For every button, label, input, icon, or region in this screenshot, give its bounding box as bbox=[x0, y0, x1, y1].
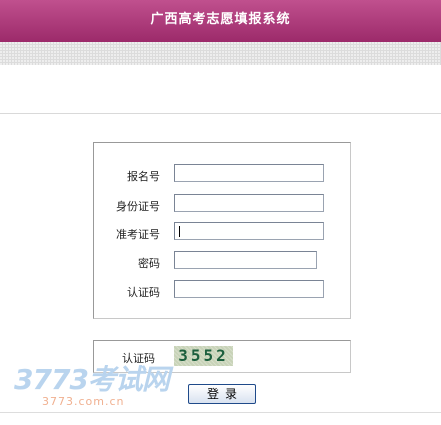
verification-code-label: 认证码 bbox=[127, 286, 160, 299]
form-row-password: 密码 bbox=[94, 251, 350, 273]
text-cursor bbox=[179, 226, 180, 237]
form-row-verification-code: 认证码 bbox=[94, 280, 350, 302]
page-title: 广西高考志愿填报系统 bbox=[150, 12, 291, 27]
registration-number-input[interactable] bbox=[174, 164, 324, 182]
bottom-divider bbox=[0, 412, 441, 413]
watermark-logo: 3773考试网 bbox=[14, 363, 170, 396]
site-watermark: 3773考试网 3773.com.cn bbox=[8, 358, 188, 418]
form-row-admission-ticket: 准考证号 bbox=[94, 222, 350, 244]
login-form-panel: 报名号 身份证号 准考证号 密码 认证码 bbox=[93, 142, 351, 319]
form-row-registration-number: 报名号 bbox=[94, 164, 350, 186]
id-number-input[interactable] bbox=[174, 194, 324, 212]
admission-ticket-input[interactable] bbox=[174, 222, 324, 240]
divider-line bbox=[0, 113, 441, 114]
header-pattern-strip bbox=[0, 42, 441, 65]
password-label: 密码 bbox=[138, 257, 160, 270]
registration-number-label: 报名号 bbox=[127, 170, 160, 183]
admission-ticket-label: 准考证号 bbox=[116, 228, 160, 241]
password-input[interactable] bbox=[174, 251, 317, 269]
id-number-label: 身份证号 bbox=[116, 200, 160, 213]
header-bar: 广西高考志愿填报系统 bbox=[0, 0, 441, 42]
verification-code-input[interactable] bbox=[174, 280, 324, 298]
login-button[interactable]: 登录 bbox=[188, 384, 256, 404]
form-row-id-number: 身份证号 bbox=[94, 194, 350, 216]
watermark-url: 3773.com.cn bbox=[42, 395, 125, 408]
